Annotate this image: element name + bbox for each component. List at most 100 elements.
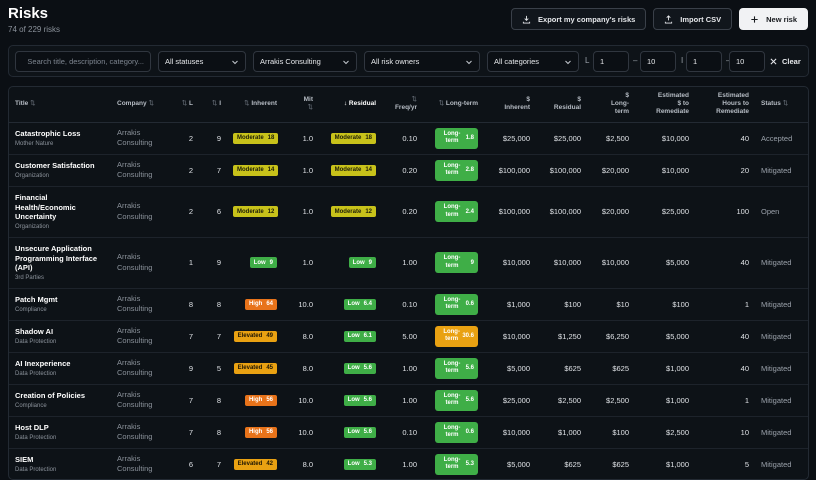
table-row[interactable]: Catastrophic Loss Mother Nature Arrakis Con… [9, 122, 808, 155]
risk-level-label: Moderate [334, 167, 362, 174]
likelihood-max-input[interactable]: 10 [640, 51, 676, 72]
column-header-hours-to-remediate[interactable]: Estimated Hours to Remediate [695, 87, 755, 123]
risk-category: 3rd Parties [15, 275, 45, 282]
long-term-score: 30.6 [462, 333, 474, 339]
table-row[interactable]: Customer Satisfaction Organization Arrakis… [9, 154, 808, 187]
status-select[interactable]: All statuses [158, 51, 246, 72]
dollar-long-term-cell: $2,500 [587, 384, 635, 417]
column-header-company[interactable]: Company ⇅ [111, 87, 171, 123]
long-term-cell: Long-term 5.6 [423, 352, 484, 385]
risk-title[interactable]: AI Inexperience [15, 359, 105, 369]
impact-min-value: 1 [693, 57, 698, 66]
column-header-dollar-inherent[interactable]: $ Inherent [484, 87, 536, 123]
owner-select-value: All risk owners [371, 57, 420, 66]
long-term-badge: Long-term 30.6 [435, 325, 478, 347]
new-risk-button[interactable]: New risk [739, 8, 808, 30]
column-header-residual[interactable]: ↓ Residual [319, 87, 382, 123]
export-button[interactable]: Export my company's risks [511, 8, 647, 30]
company-select[interactable]: Arrakis Consulting [253, 51, 357, 72]
company-name-line: Consulting [117, 170, 153, 179]
column-header-long-term[interactable]: ⇅ Long-term [423, 87, 484, 123]
company-cell: Arrakis Consulting [111, 186, 171, 238]
long-term-score: 1.8 [465, 135, 474, 141]
table-row[interactable]: Host DLP Data Protection Arrakis Consulting… [9, 416, 808, 449]
category-select[interactable]: All categories [487, 51, 579, 72]
risk-score: 6.1 [363, 333, 372, 340]
impact-max-value: 10 [736, 57, 745, 66]
column-header-frequency[interactable]: ⇅ Freq/yr [382, 87, 423, 123]
status-cell: Accepted [755, 122, 808, 155]
table-row[interactable]: SIEM Data Protection Arrakis Consulting 6 7 El… [9, 448, 808, 479]
risk-score: 6.4 [363, 301, 372, 308]
owner-select[interactable]: All risk owners [364, 51, 480, 72]
column-header-inherent[interactable]: ⇅ Inherent [227, 87, 283, 123]
column-header-mitigation[interactable]: Mit ⇅ [283, 87, 319, 123]
risk-title[interactable]: Financial Health/Economic Uncertainty [15, 193, 105, 222]
company-name-line: Consulting [117, 368, 153, 377]
inherent-cell: Elevated 49 [227, 320, 283, 353]
status-cell: Mitigated [755, 154, 808, 187]
risk-level-label: Moderate [237, 135, 264, 142]
likelihood-cell: 2 [171, 186, 199, 238]
column-header-likelihood[interactable]: ⇅ L [171, 87, 199, 123]
dollar-residual-cell: $625 [536, 352, 587, 385]
risk-title[interactable]: Shadow AI [15, 327, 105, 337]
risk-title[interactable]: Catastrophic Loss [15, 129, 105, 139]
column-label: Company [117, 100, 147, 108]
search-input[interactable]: Search title, description, category... [15, 51, 151, 72]
dollar-inherent-cell: $10,000 [484, 320, 536, 353]
column-header-dollar-residual[interactable]: $ Residual [536, 87, 587, 123]
table-row[interactable]: Patch Mgmt Compliance Arrakis Consulting 8 8 H… [9, 288, 808, 321]
dollar-inherent-cell: $25,000 [484, 384, 536, 417]
long-term-badge: Long-term 5.6 [435, 357, 478, 379]
dollar-long-term-cell: $100 [587, 416, 635, 449]
long-term-cell: Long-term 5.6 [423, 384, 484, 417]
table-row[interactable]: Shadow AI Data Protection Arrakis Consultin… [9, 320, 808, 353]
company-name-line: Arrakis [117, 127, 141, 137]
table-row[interactable]: Unsecure Application Programming Interfa… [9, 237, 808, 289]
risk-level-label: Low [347, 429, 360, 436]
risk-score: 45 [266, 365, 273, 372]
frequency-cell: 0.10 [382, 288, 423, 321]
risk-level-label: Low [253, 259, 266, 266]
risk-score: 12 [365, 208, 372, 215]
residual-cell: Low 5.6 [319, 416, 382, 449]
long-term-cell: Long-term 1.8 [423, 122, 484, 155]
inherent-cell: Low 9 [227, 237, 283, 289]
inherent-risk-badge: Moderate 18 [233, 132, 279, 144]
table-row[interactable]: Creation of Policies Compliance Arrakis Con… [9, 384, 808, 417]
impact-max-input[interactable]: 10 [729, 51, 765, 72]
sort-icon: ⇅ [438, 100, 445, 108]
risk-score: 18 [267, 135, 275, 142]
risk-title[interactable]: Host DLP [15, 423, 105, 433]
title-cell: Creation of Policies Compliance [9, 384, 111, 417]
residual-risk-badge: Moderate 12 [330, 206, 376, 218]
title-cell: Unsecure Application Programming Interfa… [9, 237, 111, 289]
dollar-long-term-cell: $625 [587, 352, 635, 385]
column-header-title[interactable]: Title ⇅ [9, 87, 111, 123]
impact-min-input[interactable]: 1 [686, 51, 722, 72]
column-header-impact[interactable]: ⇅ I [199, 87, 227, 123]
risk-category: Mother Nature [15, 140, 54, 147]
inherent-cell: High 64 [227, 288, 283, 321]
risk-title[interactable]: Customer Satisfaction [15, 161, 105, 171]
likelihood-min-input[interactable]: 1 [593, 51, 629, 72]
hours-to-remediate-cell: 100 [695, 186, 755, 238]
column-header-dollar-long-term[interactable]: $ Long-term [587, 87, 635, 123]
import-csv-button[interactable]: Import CSV [653, 8, 733, 30]
dollar-residual-cell: $2,500 [536, 384, 587, 417]
risk-title[interactable]: SIEM [15, 455, 105, 465]
dollar-long-term-cell: $10 [587, 288, 635, 321]
long-term-label: Long-term [443, 130, 461, 145]
table-row[interactable]: Financial Health/Economic Uncertainty Org… [9, 186, 808, 238]
company-name-line: Arrakis [117, 453, 141, 463]
clear-filters-button[interactable]: Clear [770, 51, 801, 72]
table-row[interactable]: AI Inexperience Data Protection Arrakis Con… [9, 352, 808, 385]
column-header-status[interactable]: Status ⇅ [755, 87, 808, 123]
risk-title[interactable]: Patch Mgmt [15, 295, 105, 305]
risk-title[interactable]: Creation of Policies [15, 391, 105, 401]
sort-icon: ⇅ [411, 95, 417, 103]
column-header-cost-to-remediate[interactable]: Estimated $ to Remediate [635, 87, 695, 123]
mitigation-cell: 10.0 [283, 384, 319, 417]
risk-title[interactable]: Unsecure Application Programming Interfa… [15, 244, 105, 273]
